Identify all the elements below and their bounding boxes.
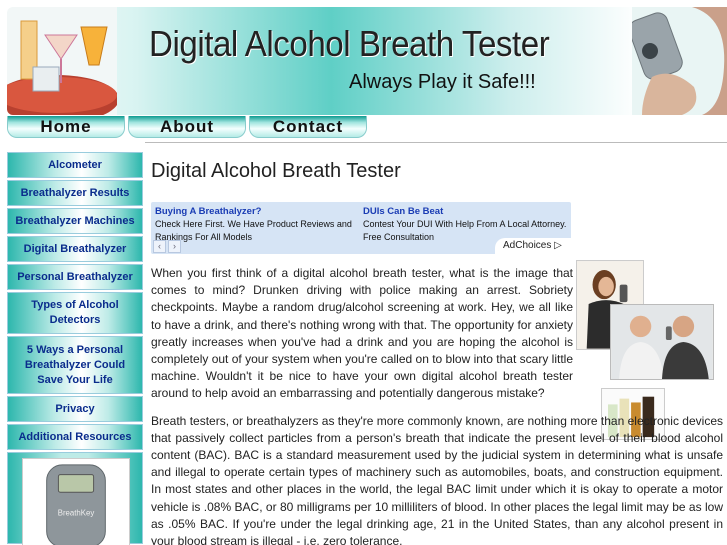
sidebar-item-digital-breathalyzer[interactable]: Digital Breathalyzer bbox=[7, 236, 143, 262]
header-banner: Digital Alcohol Breath Tester Always Pla… bbox=[7, 7, 727, 115]
site-slogan: Always Play it Safe!!! bbox=[349, 71, 536, 93]
ad-2-title[interactable]: DUIs Can Be Beat bbox=[363, 205, 569, 218]
ad-1-title[interactable]: Buying A Breathalyzer? bbox=[155, 205, 361, 218]
breath-tester-hand-image bbox=[632, 7, 727, 115]
sidebar-product-ad[interactable]: BreathKey bbox=[7, 452, 143, 545]
sidebar-item-personal-breathalyzer[interactable]: Personal Breathalyzer bbox=[7, 264, 143, 290]
sidebar-item-alcometer[interactable]: Alcometer bbox=[7, 152, 143, 178]
site-title: Digital Alcohol Breath Tester bbox=[149, 23, 550, 64]
article-paragraph-1: When you first think of a digital alcoho… bbox=[151, 266, 573, 401]
sidebar-item-5-ways[interactable]: 5 Ways a Personal Breathalyzer Could Sav… bbox=[7, 336, 143, 394]
ad-unit-1[interactable]: Buying A Breathalyzer? Check Here First.… bbox=[155, 205, 361, 244]
sidebar-item-breathalyzer-machines[interactable]: Breathalyzer Machines bbox=[7, 208, 143, 234]
article-paragraph-2: Breath testers, or breathalyzers as they… bbox=[151, 413, 723, 545]
article-body: When you first think of a digital alcoho… bbox=[151, 265, 723, 545]
ad-banner: Buying A Breathalyzer? Check Here First.… bbox=[151, 202, 571, 254]
ad-next-button[interactable]: › bbox=[168, 240, 181, 253]
ad-prev-button[interactable]: ‹ bbox=[153, 240, 166, 253]
drinks-table-image bbox=[7, 7, 117, 115]
sidebar-item-privacy[interactable]: Privacy bbox=[7, 396, 143, 422]
divider bbox=[145, 142, 727, 143]
nav-contact-tab[interactable]: Contact bbox=[249, 116, 367, 138]
ad-1-text: Check Here First. We Have Product Review… bbox=[155, 219, 352, 242]
sidebar-item-types-of-alcohol-detectors[interactable]: Types of Alcohol Detectors bbox=[7, 292, 143, 334]
breathkey-label: BreathKey bbox=[58, 509, 95, 518]
breathkey-device-image[interactable]: BreathKey bbox=[22, 458, 130, 545]
nav-about-tab[interactable]: About bbox=[128, 116, 246, 138]
page-title: Digital Alcohol Breath Tester bbox=[151, 160, 401, 182]
top-nav: Home About Contact bbox=[7, 116, 367, 138]
ad-nav: ‹ › bbox=[153, 240, 181, 253]
adchoices-link[interactable]: AdChoices ▷ bbox=[495, 238, 571, 254]
breathkey-device-icon: BreathKey bbox=[46, 464, 106, 545]
sidebar-item-additional-resources[interactable]: Additional Resources bbox=[7, 424, 143, 450]
nav-home-tab[interactable]: Home bbox=[7, 116, 125, 138]
sidebar-item-breathalyzer-results[interactable]: Breathalyzer Results bbox=[7, 180, 143, 206]
main-content: Digital Alcohol Breath Tester Buying A B… bbox=[151, 152, 723, 545]
sidebar-nav: Alcometer Breathalyzer Results Breathaly… bbox=[7, 152, 143, 545]
